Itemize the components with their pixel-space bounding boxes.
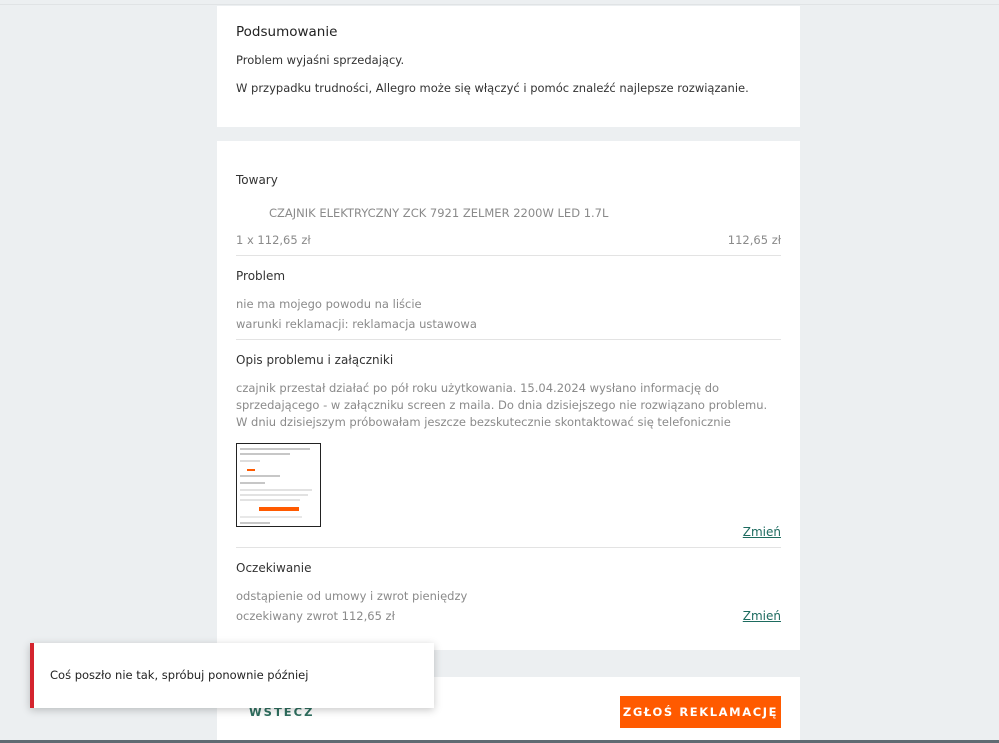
error-toast: Coś poszło nie tak, spróbuj ponownie póź… xyxy=(30,643,434,708)
divider xyxy=(236,255,781,256)
description-title: Opis problemu i załączniki xyxy=(236,353,394,367)
change-expectation-link[interactable]: Zmień xyxy=(743,609,781,623)
problem-title: Problem xyxy=(236,269,286,283)
product-total: 112,65 zł xyxy=(727,233,781,247)
expectation-title: Oczekiwanie xyxy=(236,561,312,575)
submit-complaint-button[interactable]: ZGŁOŚ REKLAMACJĘ xyxy=(620,696,781,728)
description-line-3: W dniu dzisiejszym próbowałam jeszcze be… xyxy=(236,415,731,429)
description-line-1: czajnik przestał działać po pół roku uży… xyxy=(236,381,720,395)
attachment-thumbnail[interactable] xyxy=(236,443,321,527)
summary-card: Podsumowanie Problem wyjaśni sprzedający… xyxy=(217,6,800,127)
product-name: CZAJNIK ELEKTRYCZNY ZCK 7921 ZELMER 2200… xyxy=(269,206,609,220)
summary-line-1: Problem wyjaśni sprzedający. xyxy=(236,53,405,67)
problem-conditions: warunki reklamacji: reklamacja ustawowa xyxy=(236,317,477,331)
goods-title: Towary xyxy=(236,173,278,187)
summary-title: Podsumowanie xyxy=(236,24,338,40)
description-line-2: sprzedającego - w załączniku screen z ma… xyxy=(236,398,768,412)
expectation-line-1: odstąpienie od umowy i zwrot pieniędzy xyxy=(236,589,468,603)
summary-line-2: W przypadku trudności, Allegro może się … xyxy=(236,81,749,95)
top-border xyxy=(0,0,999,5)
expectation-line-2: oczekiwany zwrot 112,65 zł xyxy=(236,609,395,623)
error-toast-message: Coś poszło nie tak, spróbuj ponownie póź… xyxy=(50,668,309,682)
details-card: Towary CZAJNIK ELEKTRYCZNY ZCK 7921 ZELM… xyxy=(217,141,800,650)
product-quantity-price: 1 x 112,65 zł xyxy=(236,233,311,247)
divider xyxy=(236,547,781,548)
change-description-link[interactable]: Zmień xyxy=(743,525,781,539)
problem-reason: nie ma mojego powodu na liście xyxy=(236,297,422,311)
divider xyxy=(236,339,781,340)
